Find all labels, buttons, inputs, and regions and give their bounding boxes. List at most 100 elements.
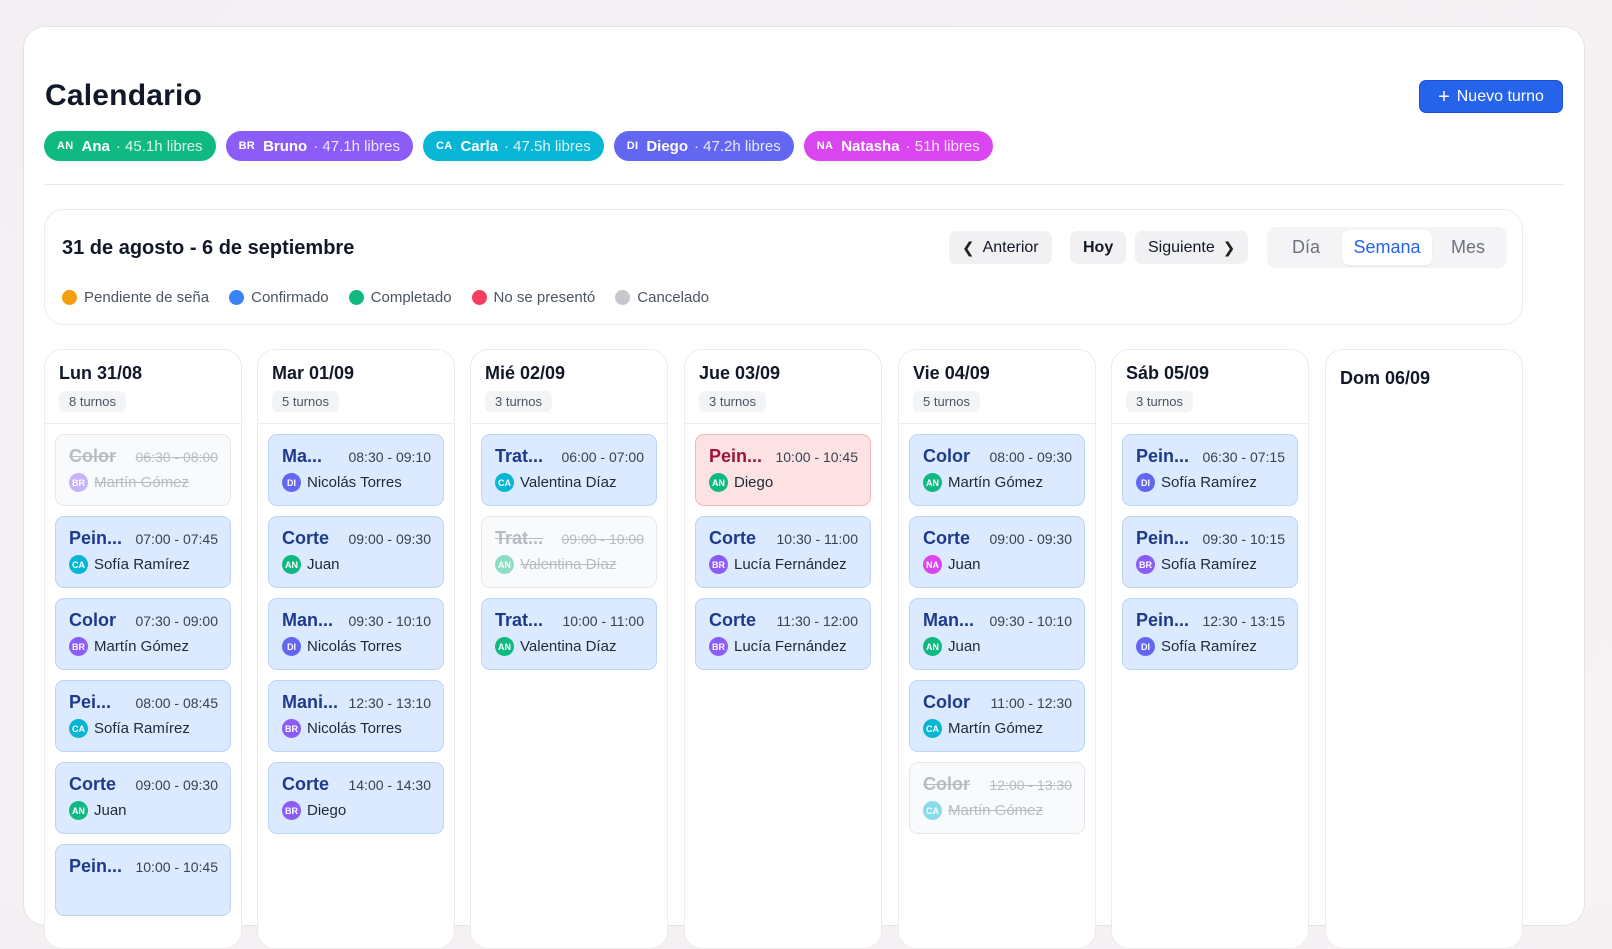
staff-avatar: DI xyxy=(282,473,301,492)
service-name: Pein... xyxy=(1136,446,1190,466)
appointment-card[interactable]: Corte 11:30 - 12:00 BR Lucía Fernández xyxy=(695,598,871,670)
service-name: Mani... xyxy=(282,692,339,712)
view-switcher: Día Semana Mes xyxy=(1267,227,1507,268)
staff-free-hours: · 47.5h libres xyxy=(503,137,591,155)
staff-avatar: CA xyxy=(923,719,942,738)
appointment-card[interactable]: Trat... 09:00 - 10:00 AN Valentina Díaz xyxy=(481,516,657,588)
service-name: Ma... xyxy=(282,446,323,466)
client-name: Nicolás Torres xyxy=(307,720,402,737)
day-column: Mié 02/09 3 turnos Trat... 06:00 - 07:00 CA V… xyxy=(470,349,668,949)
appointment-time: 09:00 - 09:30 xyxy=(135,777,218,793)
appointment-time: 11:00 - 12:30 xyxy=(990,695,1072,711)
appointment-card[interactable]: Trat... 06:00 - 07:00 CA Valentina Díaz xyxy=(481,434,657,506)
staff-chip-natasha[interactable]: NA Natasha · 51h libres xyxy=(803,131,993,161)
appointment-card[interactable]: Mani... 12:30 - 13:10 BR Nicolás Torres xyxy=(268,680,444,752)
appointment-client-row: AN Valentina Díaz xyxy=(495,555,644,574)
appointment-time: 09:30 - 10:15 xyxy=(1202,531,1285,547)
today-label: Hoy xyxy=(1083,238,1114,256)
new-appointment-button[interactable]: + Nuevo turno xyxy=(1419,80,1563,113)
today-button[interactable]: Hoy xyxy=(1070,231,1127,264)
next-button[interactable]: Siguiente ❯ xyxy=(1135,231,1249,264)
appointment-client-row: BR Lucía Fernández xyxy=(709,637,858,656)
staff-filter-row: AN Ana · 45.1h libres BR Bruno · 47.1h libres… xyxy=(44,131,993,161)
appointment-card[interactable]: Color 12:00 - 13:30 CA Martín Gómez xyxy=(909,762,1085,834)
service-name: Color xyxy=(923,774,970,794)
appointment-header: Pein... 06:30 - 07:15 xyxy=(1136,446,1285,467)
appointment-card[interactable]: Pei... 08:00 - 08:45 CA Sofía Ramírez xyxy=(55,680,231,752)
appointment-header: Mani... 12:30 - 13:10 xyxy=(282,692,431,713)
appointment-card[interactable]: Pein... 07:00 - 07:45 CA Sofía Ramírez xyxy=(55,516,231,588)
client-name: Lucía Fernández xyxy=(734,556,847,573)
appointment-card[interactable]: Pein... 09:30 - 10:15 BR Sofía Ramírez xyxy=(1122,516,1298,588)
client-name: Lucía Fernández xyxy=(734,638,847,655)
service-name: Pein... xyxy=(1136,610,1190,630)
appointment-header: Pein... 10:00 - 10:45 xyxy=(69,856,218,877)
appointment-card[interactable]: Trat... 10:00 - 11:00 AN Valentina Díaz xyxy=(481,598,657,670)
staff-free-hours: · 47.1h libres xyxy=(313,137,400,155)
appointment-time: 06:00 - 07:00 xyxy=(561,449,644,465)
appointment-card[interactable]: Corte 10:30 - 11:00 BR Lucía Fernández xyxy=(695,516,871,588)
view-month[interactable]: Mes xyxy=(1432,230,1504,265)
appointment-card[interactable]: Color 06:30 - 08:00 BR Martín Gómez xyxy=(55,434,231,506)
day-header: Jue 03/09 3 turnos xyxy=(685,350,881,424)
new-appointment-label: Nuevo turno xyxy=(1456,87,1544,105)
client-name: Valentina Díaz xyxy=(520,556,617,573)
day-date: Mar 01/09 xyxy=(272,363,355,383)
view-day[interactable]: Día xyxy=(1270,230,1342,265)
appointment-card[interactable]: Man... 09:30 - 10:10 AN Juan xyxy=(909,598,1085,670)
staff-chip-bruno[interactable]: BR Bruno · 47.1h libres xyxy=(225,131,413,161)
appointment-client-row: DI Sofía Ramírez xyxy=(1136,473,1285,492)
staff-initials: BR xyxy=(238,140,256,152)
appointment-card[interactable]: Man... 09:30 - 10:10 DI Nicolás Torres xyxy=(268,598,444,670)
appointment-time: 09:00 - 10:00 xyxy=(561,531,644,547)
staff-chip-carla[interactable]: CA Carla · 47.5h libres xyxy=(422,131,604,161)
appointment-header: Pein... 07:00 - 07:45 xyxy=(69,528,218,549)
appointment-header: Corte 11:30 - 12:00 xyxy=(709,610,858,631)
service-name: Corte xyxy=(69,774,117,794)
appointment-header: Color 12:00 - 13:30 xyxy=(923,774,1072,795)
appointment-card[interactable]: Corte 14:00 - 14:30 BR Diego xyxy=(268,762,444,834)
legend-label: Pendiente de seña xyxy=(84,289,210,306)
view-week[interactable]: Semana xyxy=(1342,230,1432,265)
appointment-card[interactable]: Pein... 12:30 - 13:15 DI Sofía Ramírez xyxy=(1122,598,1298,670)
staff-name: Natasha xyxy=(841,137,900,155)
staff-avatar: BR xyxy=(709,637,728,656)
appointment-card[interactable]: Color 11:00 - 12:30 CA Martín Gómez xyxy=(909,680,1085,752)
client-name: Sofía Ramírez xyxy=(94,720,190,737)
appointment-time: 14:00 - 14:30 xyxy=(348,777,431,793)
client-name: Juan xyxy=(307,556,340,573)
appointment-card[interactable]: Pein... 06:30 - 07:15 DI Sofía Ramírez xyxy=(1122,434,1298,506)
day-column: Sáb 05/09 3 turnos Pein... 06:30 - 07:15 DI S… xyxy=(1111,349,1309,949)
appointment-card[interactable]: Corte 09:00 - 09:30 NA Juan xyxy=(909,516,1085,588)
previous-button[interactable]: ❮ Anterior xyxy=(949,231,1052,264)
appointment-card[interactable]: Pein... 10:00 - 10:45 AN Diego xyxy=(695,434,871,506)
service-name: Man... xyxy=(282,610,334,630)
client-name: Martín Gómez xyxy=(94,474,190,491)
staff-chip-ana[interactable]: AN Ana · 45.1h libres xyxy=(44,131,216,161)
appointment-client-row: AN Martín Gómez xyxy=(923,473,1072,492)
client-name: Valentina Díaz xyxy=(520,638,617,655)
appointment-client-row: AN Juan xyxy=(69,801,218,820)
staff-initials: NA xyxy=(816,140,834,152)
staff-avatar: CA xyxy=(923,801,942,820)
staff-chip-diego[interactable]: DI Diego · 47.2h libres xyxy=(613,131,794,161)
appointment-card[interactable]: Ma... 08:30 - 09:10 DI Nicolás Torres xyxy=(268,434,444,506)
appointment-client-row: BR Martín Gómez xyxy=(69,637,218,656)
appointment-card[interactable]: Color 08:00 - 09:30 AN Martín Gómez xyxy=(909,434,1085,506)
calendar-toolbar: 31 de agosto - 6 de septiembre ❮ Anterio… xyxy=(44,209,1523,325)
appointment-time: 11:30 - 12:00 xyxy=(776,613,858,629)
appointment-card[interactable]: Corte 09:00 - 09:30 AN Juan xyxy=(268,516,444,588)
staff-avatar: AN xyxy=(709,473,728,492)
chevron-left-icon: ❮ xyxy=(962,239,975,257)
appointment-card[interactable]: Pein... 10:00 - 10:45 xyxy=(55,844,231,916)
appointment-card[interactable]: Color 07:30 - 09:00 BR Martín Gómez xyxy=(55,598,231,670)
status-dot-icon xyxy=(615,290,631,305)
client-name: Martín Gómez xyxy=(94,638,190,655)
appointment-header: Color 11:00 - 12:30 xyxy=(923,692,1072,713)
staff-initials: AN xyxy=(57,140,74,152)
staff-avatar: AN xyxy=(69,801,88,820)
appointment-card[interactable]: Corte 09:00 - 09:30 AN Juan xyxy=(55,762,231,834)
appointment-client-row: DI Nicolás Torres xyxy=(282,637,431,656)
appointment-client-row: BR Sofía Ramírez xyxy=(1136,555,1285,574)
appointment-header: Pei... 08:00 - 08:45 xyxy=(69,692,218,713)
